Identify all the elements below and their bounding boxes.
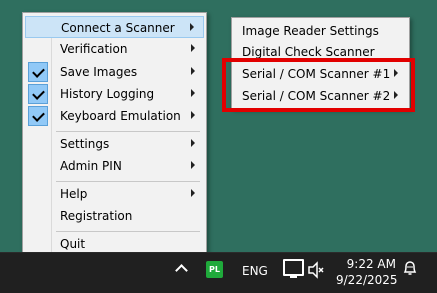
submenu-arrow-icon	[191, 67, 195, 75]
speaker-muted-icon[interactable]	[307, 261, 325, 279]
menu-separator	[56, 181, 200, 182]
clock-time: 9:22 AM	[346, 257, 396, 271]
checkmark-icon	[28, 62, 48, 82]
menu-item-label: Verification	[60, 42, 128, 56]
menu-item-label: Keyboard Emulation	[60, 109, 181, 123]
menu-item-save-images[interactable]: Save Images	[25, 61, 204, 83]
submenu-arrow-icon	[190, 23, 194, 31]
menu-item-connect-a-scanner[interactable]: Connect a Scanner	[25, 16, 204, 38]
language-indicator[interactable]: ENG	[242, 264, 268, 278]
menu-item-keyboard-emulation[interactable]: Keyboard Emulation	[25, 105, 204, 127]
menu-item-history-logging[interactable]: History Logging	[25, 83, 204, 105]
checkmark-icon	[28, 106, 48, 126]
menu-item-label: History Logging	[60, 87, 155, 101]
menu-item-label: Image Reader Settings	[242, 24, 379, 38]
menu-item-verification[interactable]: Verification	[25, 38, 204, 60]
menu-item-label: Digital Check Scanner	[242, 45, 375, 59]
submenu-arrow-icon	[191, 139, 195, 147]
menu-item-label: Connect a Scanner	[61, 21, 175, 35]
submenu-item-image-reader-settings[interactable]: Image Reader Settings	[234, 20, 407, 42]
system-clock[interactable]: 9:22 AM 9/22/2025	[336, 256, 398, 288]
menu-item-help[interactable]: Help	[25, 183, 204, 205]
submenu-arrow-icon	[191, 189, 195, 197]
context-menu: Connect a Scanner Verification Save Imag…	[22, 12, 207, 258]
notification-bell-icon[interactable]	[401, 259, 419, 277]
menu-item-settings[interactable]: Settings	[25, 133, 204, 155]
menu-item-label: Save Images	[60, 65, 138, 79]
submenu-arrow-icon	[191, 161, 195, 169]
highlight-annotation-box	[222, 58, 415, 112]
menu-separator	[56, 231, 200, 232]
menu-item-admin-pin[interactable]: Admin PIN	[25, 155, 204, 177]
menu-item-registration[interactable]: Registration	[25, 205, 204, 227]
menu-item-label: Admin PIN	[60, 159, 122, 173]
clock-date: 9/22/2025	[336, 273, 398, 287]
submenu-arrow-icon	[191, 111, 195, 119]
submenu-arrow-icon	[191, 44, 195, 52]
checkmark-icon	[28, 84, 48, 104]
menu-item-label: Registration	[60, 209, 133, 223]
menu-item-label: Quit	[60, 237, 86, 251]
pl-app-tray-icon[interactable]: PL	[206, 261, 223, 278]
menu-item-label: Settings	[60, 137, 110, 151]
network-icon[interactable]	[283, 259, 304, 278]
menu-separator	[56, 131, 200, 132]
submenu-arrow-icon	[191, 89, 195, 97]
menu-item-label: Help	[60, 187, 88, 201]
